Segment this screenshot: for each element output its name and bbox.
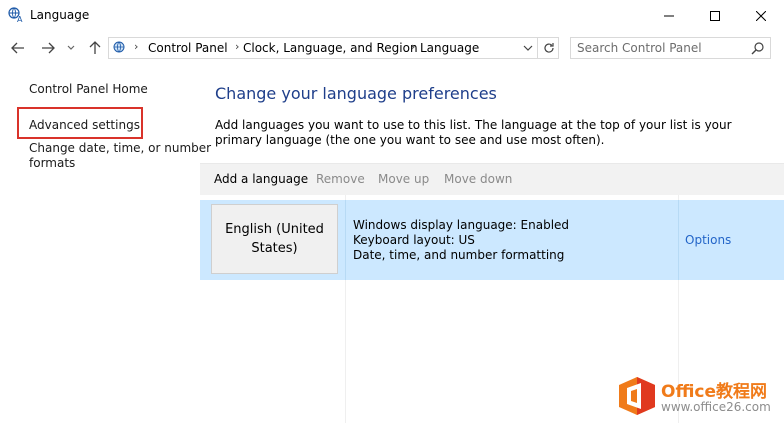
svg-text:A: A	[17, 15, 23, 23]
office-logo-icon	[619, 377, 655, 415]
change-date-time-formats-link-cont[interactable]: formats	[29, 156, 75, 170]
minimize-icon	[664, 15, 674, 16]
watermark: Office教程网 www.office26.com	[617, 375, 780, 419]
window-title: Language	[30, 8, 90, 22]
arrow-right-icon	[42, 42, 55, 54]
search-box[interactable]	[570, 37, 771, 59]
chevron-down-icon	[67, 45, 75, 50]
advanced-settings-link[interactable]: Advanced settings	[29, 118, 140, 132]
options-link[interactable]: Options	[685, 233, 731, 247]
up-button[interactable]	[86, 33, 104, 63]
row-divider	[345, 200, 346, 280]
page-description: Add languages you want to use to this li…	[215, 118, 732, 147]
language-toolbar: Add a language Remove Move up Move down	[200, 163, 784, 196]
language-globe-icon: A	[8, 7, 23, 23]
title-bar: A Language	[0, 0, 784, 31]
watermark-name: Office教程网	[661, 382, 768, 402]
minimize-button[interactable]	[646, 0, 692, 31]
language-name-line1: English (United	[225, 222, 324, 237]
breadcrumb-separator: ›	[235, 40, 240, 53]
language-info: Windows display language: Enabled Keyboa…	[353, 218, 569, 263]
change-date-time-formats-link[interactable]: Change date, time, or number	[29, 141, 211, 155]
move-down-button[interactable]: Move down	[444, 172, 512, 186]
breadcrumb-clock-language-region[interactable]: Clock, Language, and Region	[243, 41, 418, 55]
move-up-button[interactable]: Move up	[378, 172, 429, 186]
breadcrumb-language[interactable]: Language	[420, 41, 479, 55]
arrow-left-icon	[11, 42, 24, 54]
refresh-icon	[543, 43, 554, 53]
back-button[interactable]	[8, 33, 28, 63]
breadcrumb-control-panel[interactable]: Control Panel	[148, 41, 228, 55]
recent-locations-button[interactable]	[64, 33, 78, 63]
forward-button[interactable]	[38, 33, 58, 63]
watermark-url: www.office26.com	[661, 400, 771, 414]
maximize-icon	[710, 10, 720, 21]
control-panel-icon	[113, 41, 125, 53]
close-button[interactable]	[738, 0, 784, 31]
keyboard-layout: Keyboard layout: US	[353, 233, 475, 247]
search-input[interactable]	[577, 40, 747, 56]
formatting-info: Date, time, and number formatting	[353, 248, 565, 262]
language-name-line2: States)	[251, 241, 298, 256]
breadcrumb-separator: ›	[411, 40, 416, 53]
display-language-status: Windows display language: Enabled	[353, 218, 570, 232]
address-bar[interactable]: › Control Panel › Clock, Language, and R…	[108, 37, 559, 59]
language-tile[interactable]: English (United States)	[211, 204, 338, 274]
row-divider	[678, 200, 679, 280]
chevron-down-icon[interactable]	[523, 45, 533, 52]
language-row-english[interactable]: English (United States) Windows display …	[200, 200, 784, 280]
page-title: Change your language preferences	[215, 84, 497, 103]
remove-button[interactable]: Remove	[316, 172, 365, 186]
breadcrumb-separator: ›	[134, 40, 139, 53]
control-panel-home-link[interactable]: Control Panel Home	[29, 82, 148, 96]
add-language-button[interactable]: Add a language	[214, 172, 308, 186]
search-icon[interactable]	[751, 41, 765, 55]
close-icon	[756, 10, 766, 21]
refresh-button[interactable]	[537, 37, 559, 59]
arrow-up-icon	[89, 41, 101, 54]
maximize-button[interactable]	[692, 0, 738, 31]
